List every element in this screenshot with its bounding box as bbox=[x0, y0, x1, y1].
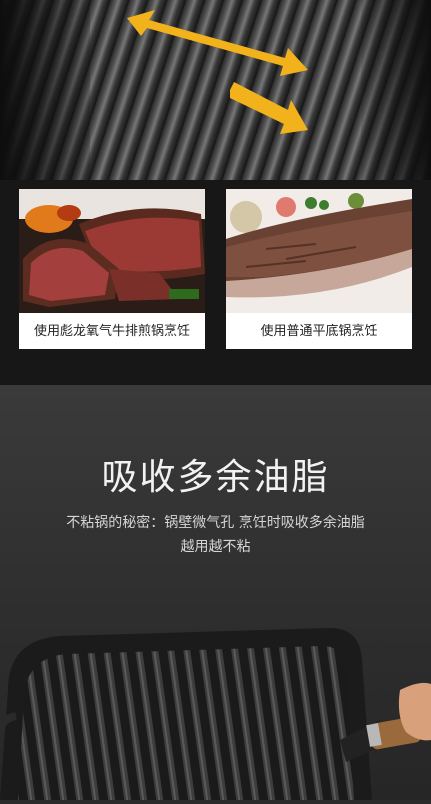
feature-description: 不粘锅的秘密：锅壁微气孔 烹饪时吸收多余油脂 越用越不粘 bbox=[20, 511, 411, 559]
pan-rim-left bbox=[0, 0, 90, 180]
steak-photo-brand-pan bbox=[19, 189, 205, 313]
feature-description-line-1: 不粘锅的秘密：锅壁微气孔 烹饪时吸收多余油脂 bbox=[66, 515, 365, 531]
arrow-right-icon bbox=[230, 82, 308, 134]
comparison-caption-brand-pan: 使用彪龙氧气牛排煎锅烹饪 bbox=[33, 324, 190, 339]
comparison-card-normal-pan: 使用普通平底锅烹饪 bbox=[226, 189, 412, 349]
pan-rim-right bbox=[361, 0, 431, 180]
steak-photo-normal-pan bbox=[226, 189, 412, 313]
comparison-card-brand-pan: 使用彪龙氧气牛排煎锅烹饪 bbox=[19, 189, 205, 349]
double-arrow-icon bbox=[127, 10, 308, 76]
comparison-caption-normal-pan: 使用普通平底锅烹饪 bbox=[260, 324, 378, 339]
feature-headline: 吸收多余油脂 bbox=[101, 457, 330, 498]
feature-description-line-2: 越用越不粘 bbox=[180, 539, 251, 555]
grill-surface-photo bbox=[0, 0, 431, 180]
comparison-section: 使用彪龙氧气牛排煎锅烹饪 使用普通平底锅烹饪 bbox=[0, 180, 431, 385]
grill-pan-photo bbox=[0, 620, 431, 800]
